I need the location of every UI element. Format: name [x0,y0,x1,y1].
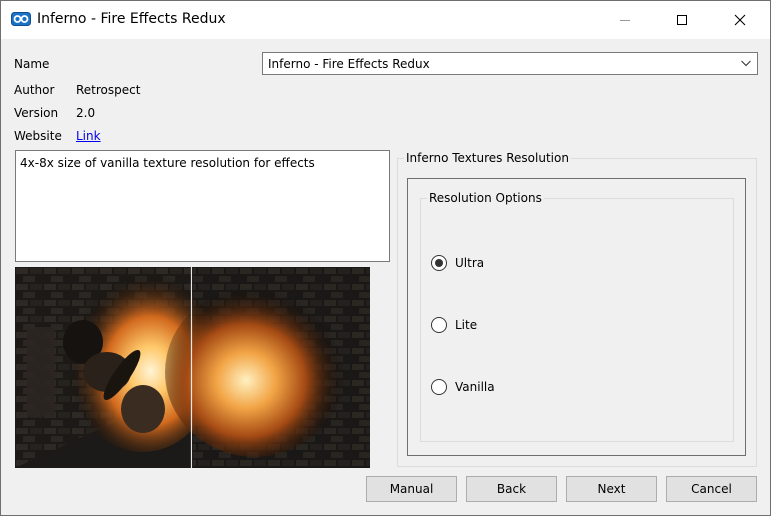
back-button[interactable]: Back [466,476,557,502]
manual-button[interactable]: Manual [366,476,457,502]
next-button[interactable]: Next [566,476,657,502]
version-label: Version [14,106,59,120]
website-label: Website [14,129,62,143]
radio-circle [431,255,447,271]
cancel-button[interactable]: Cancel [666,476,757,502]
version-value: 2.0 [76,106,96,120]
radio-circle [431,379,447,395]
author-value: Retrospect [76,83,141,97]
name-label: Name [14,57,50,71]
radio-lite[interactable]: Lite [431,316,551,334]
installer-window: Inferno - Fire Effects Redux Name Infern… [0,0,771,516]
radio-circle [431,317,447,333]
chevron-down-icon [740,57,752,72]
radio-ultra[interactable]: Ultra [431,254,551,272]
maximize-icon [677,15,687,25]
radio-ultra-label: Ultra [455,256,485,270]
description-text: 4x-8x size of vanilla texture resolution… [20,156,315,170]
close-icon [734,14,746,26]
preview-image [15,267,370,468]
minimize-icon [620,20,630,21]
window-title: Inferno - Fire Effects Redux [37,11,226,27]
textures-resolution-group-title: Inferno Textures Resolution [404,151,571,165]
website-link[interactable]: Link [76,129,101,143]
close-button[interactable] [717,1,763,39]
radio-vanilla[interactable]: Vanilla [431,378,551,396]
resolution-options-title: Resolution Options [427,191,544,205]
minimize-button[interactable] [602,1,648,39]
title-bar[interactable]: Inferno - Fire Effects Redux [1,1,770,39]
description-box[interactable]: 4x-8x size of vanilla texture resolution… [15,150,390,262]
app-logo-icon [11,12,31,26]
author-label: Author [14,83,55,97]
name-dropdown-value: Inferno - Fire Effects Redux [268,57,430,71]
radio-vanilla-label: Vanilla [455,380,495,394]
name-dropdown[interactable]: Inferno - Fire Effects Redux [262,52,758,75]
maximize-button[interactable] [659,1,705,39]
radio-lite-label: Lite [455,318,478,332]
